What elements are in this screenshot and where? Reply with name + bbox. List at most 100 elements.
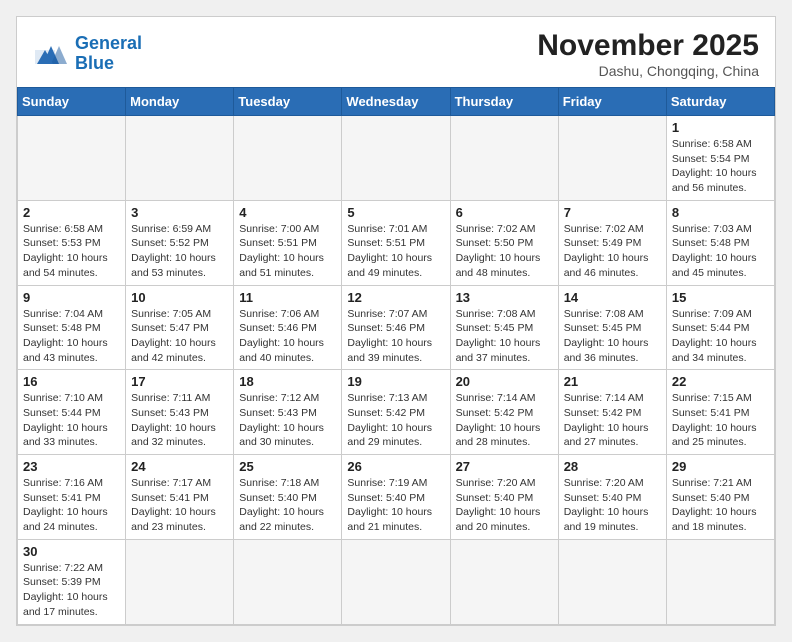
calendar-day-cell: 19 Sunrise: 7:13 AM Sunset: 5:42 PM Dayli…: [342, 370, 450, 455]
day-info: Sunrise: 7:00 AM Sunset: 5:51 PM Dayligh…: [239, 222, 336, 281]
calendar-day-cell: [126, 116, 234, 201]
day-number: 16: [23, 374, 120, 389]
day-info: Sunrise: 7:12 AM Sunset: 5:43 PM Dayligh…: [239, 391, 336, 450]
calendar-week-row: 9 Sunrise: 7:04 AM Sunset: 5:48 PM Daylig…: [18, 285, 775, 370]
day-info: Sunrise: 7:09 AM Sunset: 5:44 PM Dayligh…: [672, 307, 769, 366]
day-info: Sunrise: 7:05 AM Sunset: 5:47 PM Dayligh…: [131, 307, 228, 366]
logo: General Blue: [33, 34, 142, 74]
calendar-day-cell: 7Sunrise: 7:02 AM Sunset: 5:49 PM Daylig…: [558, 200, 666, 285]
weekday-header-wednesday: Wednesday: [342, 88, 450, 116]
day-number: 20: [456, 374, 553, 389]
calendar-header: General Blue November 2025 Dashu, Chongq…: [17, 17, 775, 87]
calendar-day-cell: 17 Sunrise: 7:11 AM Sunset: 5:43 PM Dayli…: [126, 370, 234, 455]
weekday-header-monday: Monday: [126, 88, 234, 116]
day-number: 4: [239, 205, 336, 220]
month-title: November 2025: [537, 29, 759, 63]
weekday-header-row: SundayMondayTuesdayWednesdayThursdayFrid…: [18, 88, 775, 116]
day-number: 13: [456, 290, 553, 305]
day-info: Sunrise: 7:04 AM Sunset: 5:48 PM Dayligh…: [23, 307, 120, 366]
calendar-week-row: 2Sunrise: 6:58 AM Sunset: 5:53 PM Daylig…: [18, 200, 775, 285]
calendar-day-cell: [666, 539, 774, 624]
day-number: 28: [564, 459, 661, 474]
title-block: November 2025 Dashu, Chongqing, China: [537, 29, 759, 79]
calendar-week-row: 1Sunrise: 6:58 AM Sunset: 5:54 PM Daylig…: [18, 116, 775, 201]
day-number: 24: [131, 459, 228, 474]
calendar-day-cell: 25Sunrise: 7:18 AM Sunset: 5:40 PM Dayli…: [234, 455, 342, 540]
day-number: 15: [672, 290, 769, 305]
calendar-day-cell: 9 Sunrise: 7:04 AM Sunset: 5:48 PM Daylig…: [18, 285, 126, 370]
calendar-day-cell: 14 Sunrise: 7:08 AM Sunset: 5:45 PM Dayli…: [558, 285, 666, 370]
calendar-thead: SundayMondayTuesdayWednesdayThursdayFrid…: [18, 88, 775, 116]
day-number: 18: [239, 374, 336, 389]
day-info: Sunrise: 7:02 AM Sunset: 5:50 PM Dayligh…: [456, 222, 553, 281]
day-number: 6: [456, 205, 553, 220]
day-number: 8: [672, 205, 769, 220]
day-number: 30: [23, 544, 120, 559]
day-number: 22: [672, 374, 769, 389]
day-info: Sunrise: 7:14 AM Sunset: 5:42 PM Dayligh…: [456, 391, 553, 450]
day-number: 17: [131, 374, 228, 389]
day-number: 7: [564, 205, 661, 220]
calendar-day-cell: [450, 539, 558, 624]
calendar-day-cell: [342, 116, 450, 201]
calendar-table: SundayMondayTuesdayWednesdayThursdayFrid…: [17, 87, 775, 625]
day-info: Sunrise: 7:19 AM Sunset: 5:40 PM Dayligh…: [347, 476, 444, 535]
day-info: Sunrise: 7:14 AM Sunset: 5:42 PM Dayligh…: [564, 391, 661, 450]
calendar-day-cell: 11Sunrise: 7:06 AM Sunset: 5:46 PM Dayli…: [234, 285, 342, 370]
calendar-day-cell: [18, 116, 126, 201]
day-info: Sunrise: 7:22 AM Sunset: 5:39 PM Dayligh…: [23, 561, 120, 620]
day-number: 23: [23, 459, 120, 474]
day-info: Sunrise: 7:21 AM Sunset: 5:40 PM Dayligh…: [672, 476, 769, 535]
day-number: 5: [347, 205, 444, 220]
calendar-day-cell: 5Sunrise: 7:01 AM Sunset: 5:51 PM Daylig…: [342, 200, 450, 285]
calendar-container: General Blue November 2025 Dashu, Chongq…: [16, 16, 776, 626]
calendar-day-cell: 4 Sunrise: 7:00 AM Sunset: 5:51 PM Daylig…: [234, 200, 342, 285]
calendar-day-cell: 24 Sunrise: 7:17 AM Sunset: 5:41 PM Dayli…: [126, 455, 234, 540]
calendar-week-row: 23Sunrise: 7:16 AM Sunset: 5:41 PM Dayli…: [18, 455, 775, 540]
calendar-day-cell: [234, 539, 342, 624]
calendar-day-cell: 2Sunrise: 6:58 AM Sunset: 5:53 PM Daylig…: [18, 200, 126, 285]
day-info: Sunrise: 7:03 AM Sunset: 5:48 PM Dayligh…: [672, 222, 769, 281]
logo-general: General: [75, 33, 142, 53]
location: Dashu, Chongqing, China: [537, 63, 759, 79]
weekday-header-friday: Friday: [558, 88, 666, 116]
day-number: 12: [347, 290, 444, 305]
calendar-day-cell: [234, 116, 342, 201]
calendar-day-cell: [126, 539, 234, 624]
calendar-day-cell: [450, 116, 558, 201]
calendar-day-cell: [342, 539, 450, 624]
day-info: Sunrise: 7:10 AM Sunset: 5:44 PM Dayligh…: [23, 391, 120, 450]
day-info: Sunrise: 6:59 AM Sunset: 5:52 PM Dayligh…: [131, 222, 228, 281]
weekday-header-sunday: Sunday: [18, 88, 126, 116]
logo-text: General Blue: [75, 34, 142, 74]
day-number: 2: [23, 205, 120, 220]
calendar-day-cell: 10 Sunrise: 7:05 AM Sunset: 5:47 PM Dayli…: [126, 285, 234, 370]
day-number: 26: [347, 459, 444, 474]
day-number: 14: [564, 290, 661, 305]
day-info: Sunrise: 7:08 AM Sunset: 5:45 PM Dayligh…: [564, 307, 661, 366]
day-number: 3: [131, 205, 228, 220]
day-number: 19: [347, 374, 444, 389]
day-info: Sunrise: 7:17 AM Sunset: 5:41 PM Dayligh…: [131, 476, 228, 535]
day-number: 9: [23, 290, 120, 305]
calendar-week-row: 16 Sunrise: 7:10 AM Sunset: 5:44 PM Dayli…: [18, 370, 775, 455]
day-number: 21: [564, 374, 661, 389]
day-info: Sunrise: 7:06 AM Sunset: 5:46 PM Dayligh…: [239, 307, 336, 366]
logo-blue: Blue: [75, 53, 114, 73]
day-info: Sunrise: 7:13 AM Sunset: 5:42 PM Dayligh…: [347, 391, 444, 450]
calendar-day-cell: 12Sunrise: 7:07 AM Sunset: 5:46 PM Dayli…: [342, 285, 450, 370]
weekday-header-thursday: Thursday: [450, 88, 558, 116]
day-info: Sunrise: 7:20 AM Sunset: 5:40 PM Dayligh…: [456, 476, 553, 535]
calendar-day-cell: 16 Sunrise: 7:10 AM Sunset: 5:44 PM Dayli…: [18, 370, 126, 455]
day-info: Sunrise: 7:11 AM Sunset: 5:43 PM Dayligh…: [131, 391, 228, 450]
calendar-day-cell: [558, 539, 666, 624]
weekday-header-tuesday: Tuesday: [234, 88, 342, 116]
day-number: 25: [239, 459, 336, 474]
calendar-day-cell: 22Sunrise: 7:15 AM Sunset: 5:41 PM Dayli…: [666, 370, 774, 455]
day-number: 10: [131, 290, 228, 305]
calendar-day-cell: 13Sunrise: 7:08 AM Sunset: 5:45 PM Dayli…: [450, 285, 558, 370]
calendar-day-cell: 28Sunrise: 7:20 AM Sunset: 5:40 PM Dayli…: [558, 455, 666, 540]
calendar-week-row: 30 Sunrise: 7:22 AM Sunset: 5:39 PM Dayli…: [18, 539, 775, 624]
calendar-day-cell: 6 Sunrise: 7:02 AM Sunset: 5:50 PM Daylig…: [450, 200, 558, 285]
day-info: Sunrise: 6:58 AM Sunset: 5:54 PM Dayligh…: [672, 137, 769, 196]
